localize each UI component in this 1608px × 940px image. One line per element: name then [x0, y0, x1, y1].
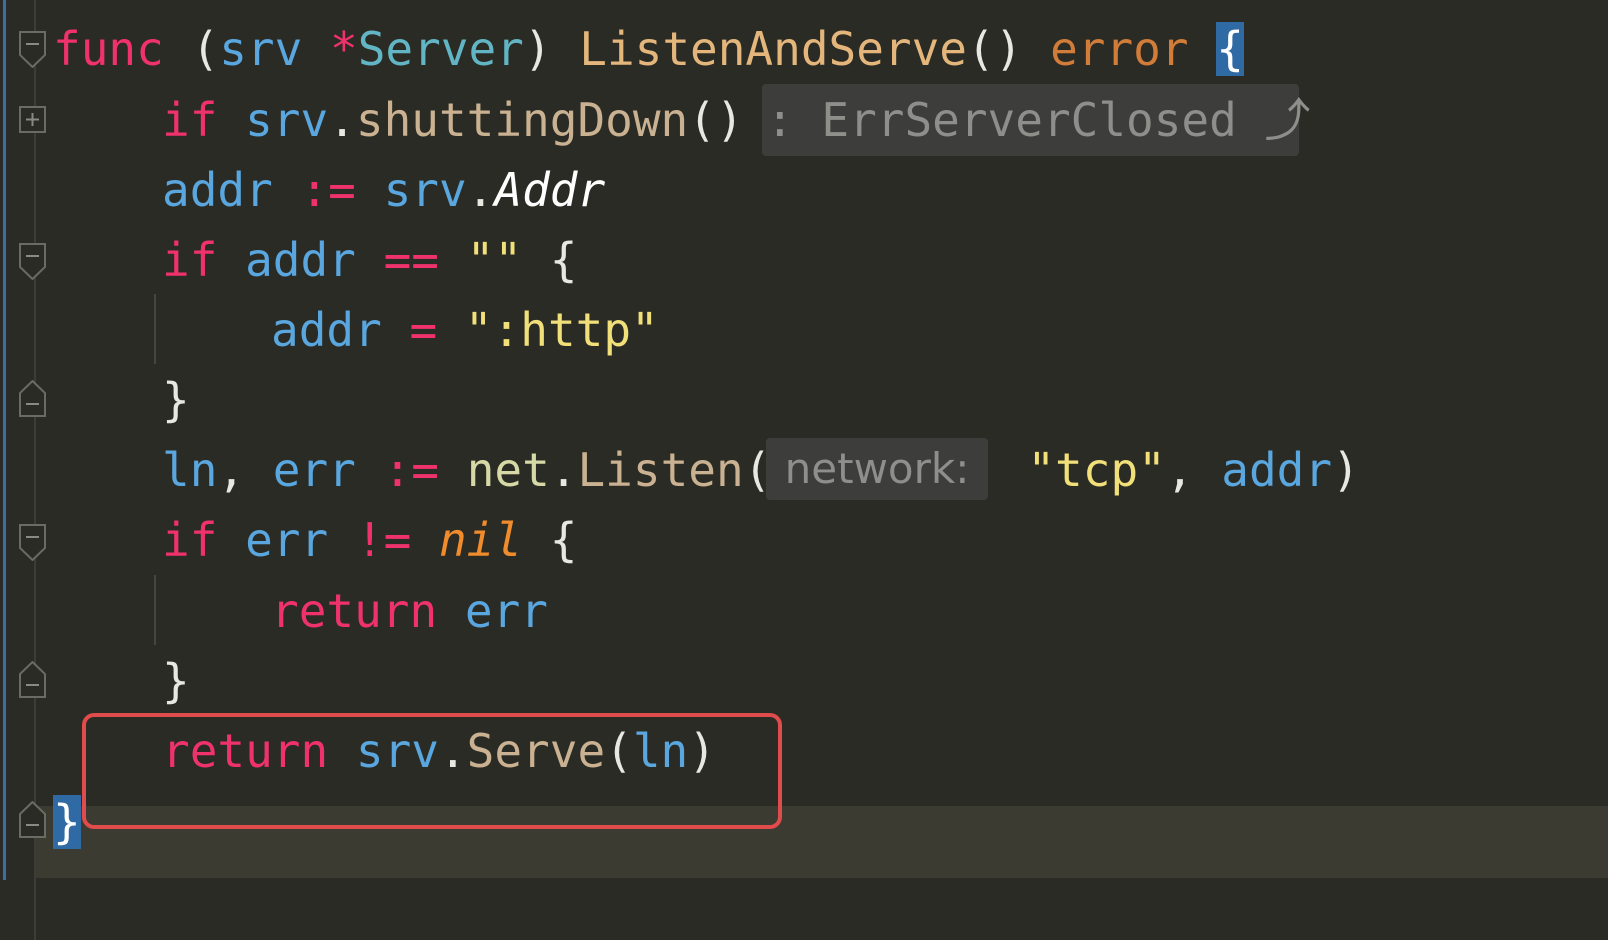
inlay-hint-text: : ErrServerClosed ⤴	[766, 93, 1311, 147]
fold-end-icon[interactable]	[19, 380, 46, 417]
string-literal: "tcp"	[1027, 443, 1166, 497]
operator: =	[409, 303, 438, 357]
variable: addr	[271, 303, 382, 357]
code-line-12[interactable]: }	[53, 786, 81, 858]
matched-brace: }	[53, 795, 81, 849]
brace: }	[162, 373, 190, 427]
receiver-type: Server	[357, 22, 524, 76]
parens: ()	[688, 93, 744, 147]
pointer-operator: *	[329, 22, 358, 76]
fold-collapse-icon[interactable]	[19, 31, 46, 68]
nil-literal: nil	[438, 513, 523, 567]
code-line-1[interactable]: func (srv *Server) ListenAndServe() erro…	[53, 13, 1244, 85]
operator: !=	[355, 513, 412, 567]
parens: ()	[967, 22, 1023, 76]
brace: {	[549, 233, 578, 287]
code-line-3[interactable]: addr := srv.Addr	[162, 154, 605, 226]
if-keyword: if	[162, 233, 218, 287]
code-line-6[interactable]: }	[162, 364, 190, 436]
indent-guide	[154, 294, 156, 364]
if-keyword: if	[162, 513, 218, 567]
code-line-7[interactable]: ln, err := net.Listen("tcp", addr)	[162, 434, 1360, 506]
brace: }	[162, 654, 190, 708]
if-keyword: if	[162, 93, 218, 147]
function-name: ListenAndServe	[579, 22, 967, 76]
method-call: shuttingDown	[355, 93, 689, 147]
dot: .	[549, 443, 578, 497]
paren: )	[523, 22, 552, 76]
code-line-2[interactable]: if srv.shuttingDown()	[162, 84, 744, 156]
inlay-hint-return[interactable]: : ErrServerClosed ⤴	[762, 84, 1311, 156]
variable: addr	[162, 163, 273, 217]
func-keyword: func	[53, 22, 164, 76]
variable: err	[464, 584, 548, 638]
dot: .	[466, 163, 495, 217]
fold-end-icon[interactable]	[19, 661, 46, 698]
operator: :=	[300, 163, 356, 217]
annotation-highlight-box	[82, 713, 782, 829]
paren: (	[191, 22, 220, 76]
fold-collapse-icon[interactable]	[19, 243, 46, 280]
brace: {	[549, 513, 578, 567]
operator: ==	[383, 233, 439, 287]
dot: .	[328, 93, 356, 147]
receiver-name: srv	[219, 22, 303, 76]
variable: err	[245, 513, 329, 567]
package-name: net	[466, 443, 550, 497]
indent-guide	[154, 575, 156, 645]
fold-expand-icon[interactable]	[19, 106, 46, 133]
return-keyword: return	[271, 584, 438, 638]
variable: addr	[1221, 443, 1333, 497]
comma: ,	[1165, 443, 1194, 497]
matched-brace: {	[1216, 22, 1244, 76]
code-line-4[interactable]: if addr == "" {	[162, 224, 577, 296]
variable: srv	[383, 163, 467, 217]
inlay-hint-text: network:	[784, 444, 970, 493]
change-marker-bar	[3, 0, 6, 880]
code-line-10[interactable]: }	[162, 645, 190, 717]
variable: srv	[245, 93, 329, 147]
inlay-hint-parameter[interactable]: network:	[766, 438, 988, 500]
function-call: Listen	[577, 443, 744, 497]
code-line-9[interactable]: return err	[271, 575, 548, 647]
field: Addr	[494, 163, 606, 217]
variable: addr	[245, 233, 356, 287]
string-literal: ""	[466, 233, 523, 287]
return-type: error	[1050, 22, 1189, 76]
fold-end-icon[interactable]	[19, 801, 46, 838]
operator: :=	[383, 443, 439, 497]
variable: ln	[162, 443, 218, 497]
fold-collapse-icon[interactable]	[19, 524, 46, 561]
variable: err	[272, 443, 356, 497]
code-line-8[interactable]: if err != nil {	[162, 504, 577, 576]
code-line-5[interactable]: addr = ":http"	[271, 294, 659, 366]
comma: ,	[217, 443, 246, 497]
string-literal: ":http"	[464, 303, 659, 357]
paren: )	[1332, 443, 1360, 497]
